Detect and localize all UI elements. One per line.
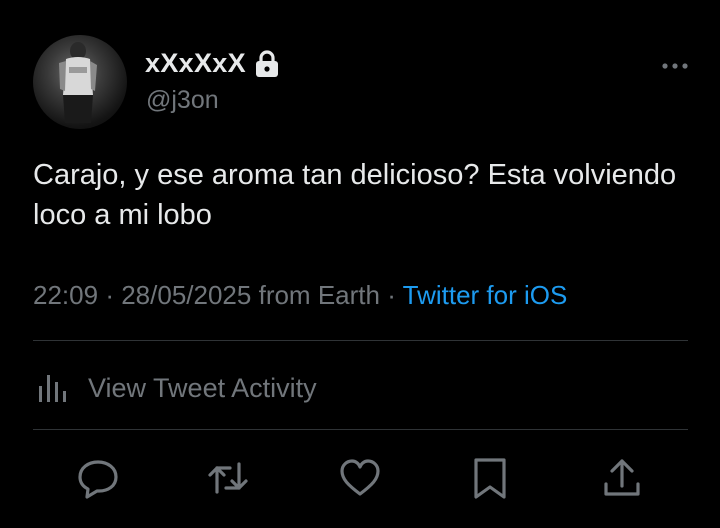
like-button[interactable] <box>338 456 382 500</box>
meta-separator: · <box>105 280 114 310</box>
view-tweet-activity-button[interactable]: View Tweet Activity <box>36 366 317 411</box>
share-icon <box>604 459 640 496</box>
avatar[interactable] <box>33 35 127 129</box>
client-link[interactable]: Twitter for iOS <box>403 280 568 310</box>
tweet-text: Carajo, y ese aroma tan delicioso? Esta … <box>33 159 677 231</box>
meta-separator: · <box>387 280 396 310</box>
profile-photo-icon <box>59 42 97 123</box>
reply-button[interactable] <box>76 456 120 500</box>
user-handle[interactable]: @j3on <box>146 86 219 115</box>
analytics-bars-icon <box>36 366 76 411</box>
tweet-date[interactable]: 28/05/2025 <box>121 280 251 310</box>
divider <box>33 429 688 430</box>
bookmark-button[interactable] <box>468 456 512 500</box>
display-name[interactable]: xXxXxX <box>145 48 280 79</box>
reply-bubble-icon <box>78 460 118 499</box>
display-name-text: xXxXxX <box>145 48 246 78</box>
more-options-icon[interactable] <box>660 56 690 76</box>
tweet-metadata: 22:09 · 28/05/2025 from Earth · Twitter … <box>33 280 567 311</box>
bookmark-icon <box>474 458 506 499</box>
lock-icon <box>254 49 280 78</box>
share-button[interactable] <box>600 456 644 500</box>
tweet-time[interactable]: 22:09 <box>33 280 98 310</box>
tweet-location: from Earth <box>258 280 380 310</box>
divider <box>33 340 688 341</box>
heart-icon <box>340 459 380 496</box>
view-tweet-activity-label: View Tweet Activity <box>88 373 317 403</box>
retweet-button[interactable] <box>206 456 250 500</box>
retweet-icon <box>208 462 248 494</box>
